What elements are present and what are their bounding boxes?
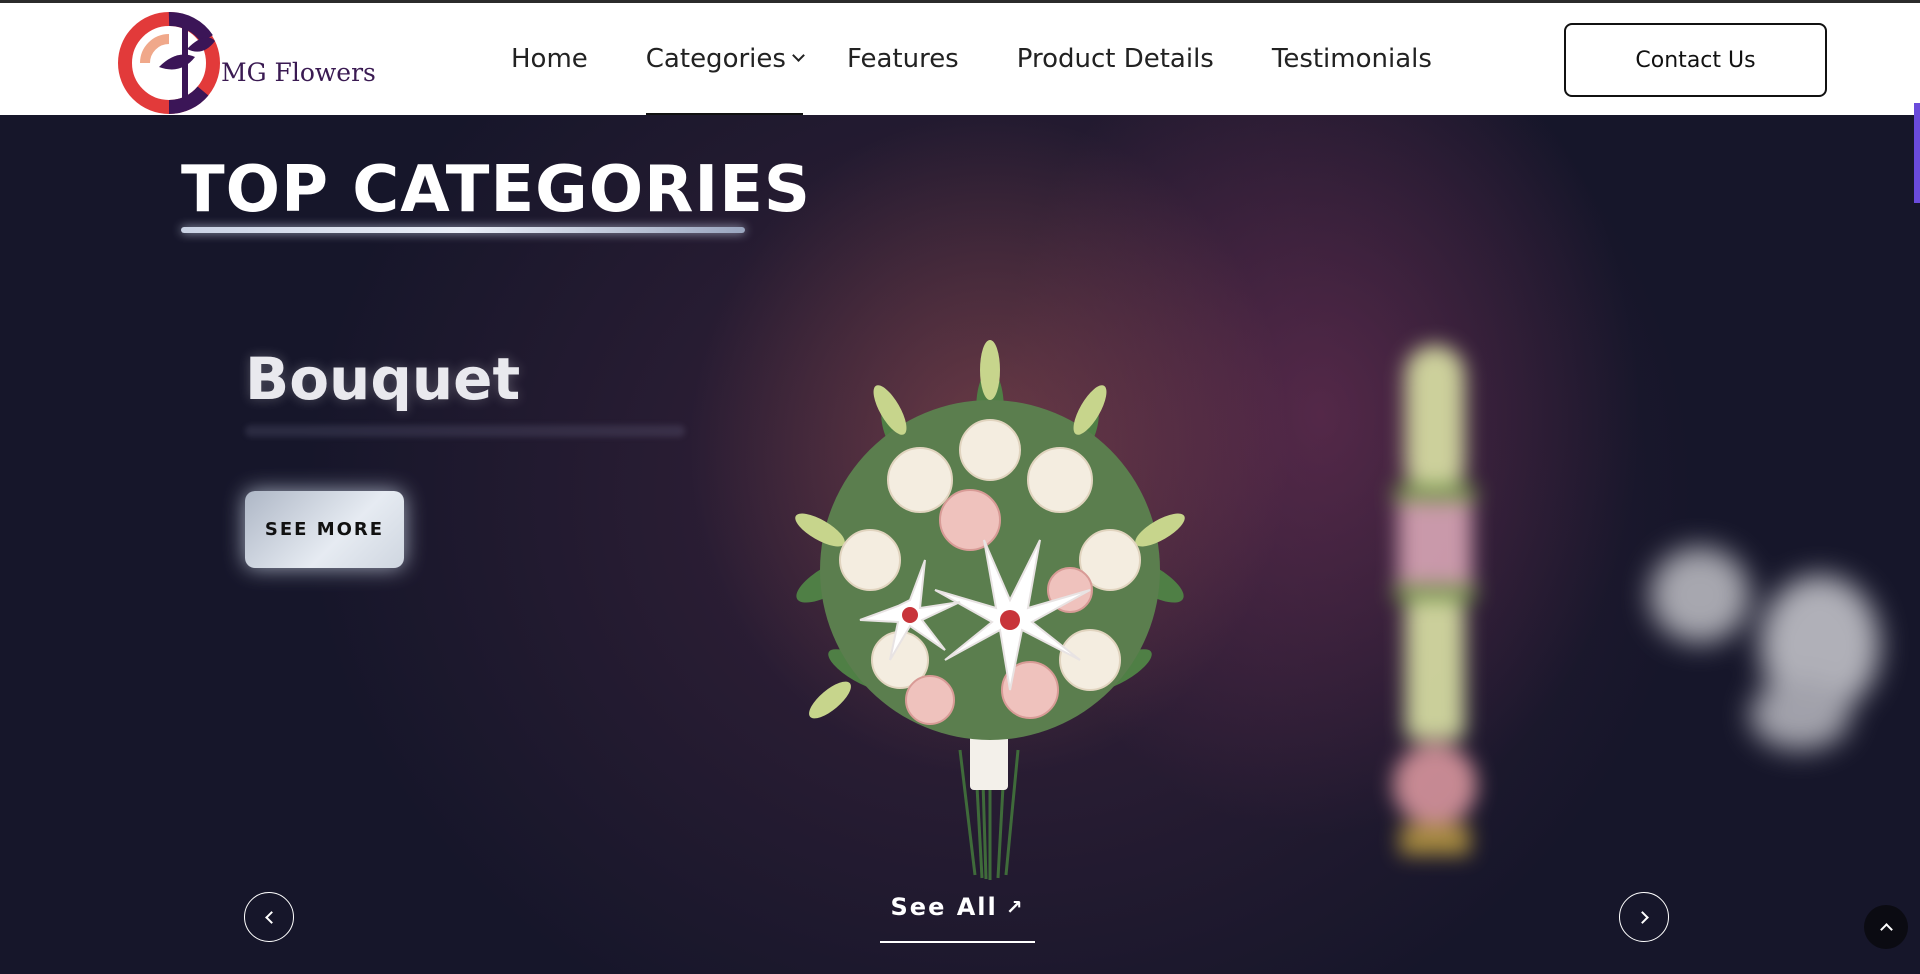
scroll-to-top-button[interactable]: [1864, 905, 1908, 949]
external-arrow-icon: ↗: [1005, 895, 1025, 919]
nav-label: Testimonials: [1271, 44, 1432, 74]
chevron-right-icon: [1635, 910, 1649, 924]
title-underline: [181, 227, 745, 233]
nav-label: Product Details: [1016, 44, 1214, 74]
garland-image: [1393, 345, 1477, 855]
nav-item-home[interactable]: Home: [511, 3, 588, 115]
chevron-left-icon: [264, 910, 278, 924]
nav-label: Home: [511, 44, 588, 74]
category-description-blur: [245, 425, 685, 437]
logo-mark-icon: [118, 12, 220, 115]
nav-label: Categories: [645, 44, 786, 74]
section-title: TOP CATEGORIES: [181, 153, 811, 227]
nav-label: Features: [846, 44, 959, 74]
nav-item-categories[interactable]: Categories: [645, 3, 805, 116]
see-all-link[interactable]: See All ↗: [880, 887, 1035, 943]
butterfly-image: [1650, 547, 1880, 750]
chevron-down-icon: [792, 48, 805, 62]
top-categories-hero: TOP CATEGORIES Bouquet SEE MORE See All …: [0, 115, 1920, 974]
category-name: Bouquet: [245, 345, 521, 413]
main-nav: Home Categories Features Product Details…: [511, 3, 1490, 116]
nav-item-testimonials[interactable]: Testimonials: [1272, 3, 1432, 115]
nav-item-product-details[interactable]: Product Details: [1017, 3, 1214, 115]
brand-name: MG Flowers: [221, 57, 376, 87]
scrollbar-thumb[interactable]: [1914, 103, 1920, 203]
site-header: MG Flowers Home Categories Features Prod…: [0, 3, 1920, 117]
see-all-label: See All: [890, 893, 998, 921]
nav-item-features[interactable]: Features: [847, 3, 959, 115]
next-slide-button[interactable]: [1619, 892, 1669, 942]
see-more-button[interactable]: SEE MORE: [245, 491, 404, 568]
chevron-up-icon: [1879, 923, 1893, 936]
previous-slide-button[interactable]: [244, 892, 294, 942]
contact-us-button[interactable]: Contact Us: [1564, 23, 1827, 97]
brand-logo[interactable]: MG Flowers: [115, 9, 376, 117]
bouquet-image: [795, 340, 1185, 880]
